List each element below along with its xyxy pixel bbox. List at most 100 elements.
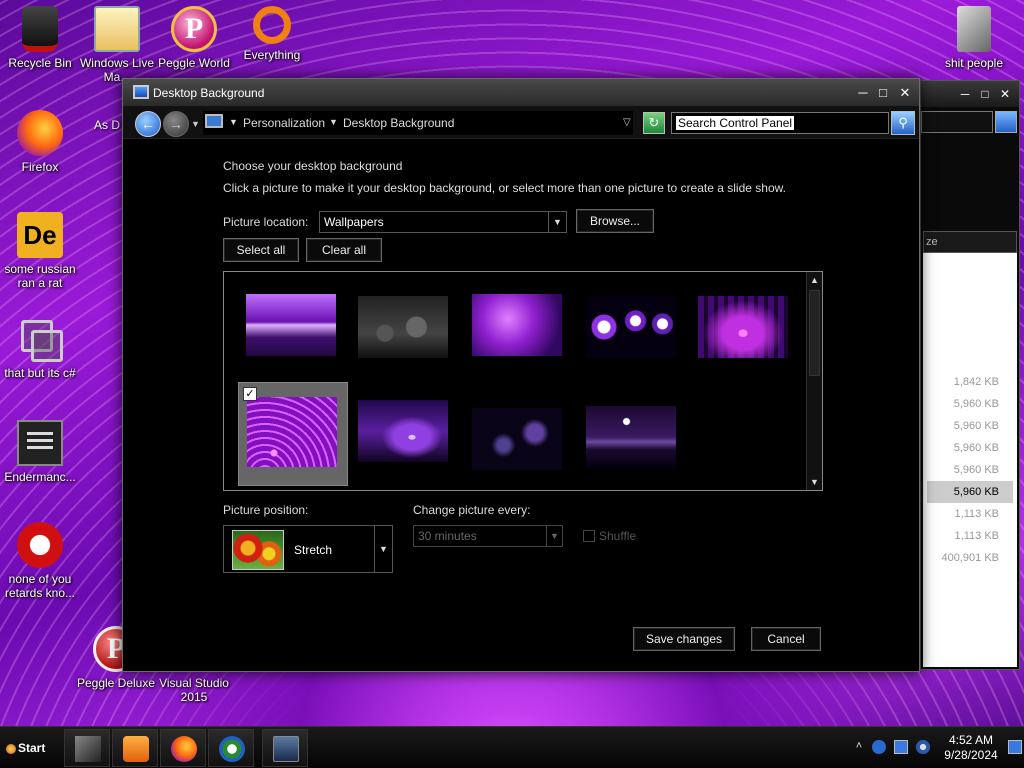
close-button[interactable]: ✕ xyxy=(995,85,1015,103)
recent-pages-dropdown[interactable]: ▼ xyxy=(191,119,200,129)
desktop-icon-copy[interactable]: that but its c# xyxy=(0,316,80,380)
monitor-icon[interactable] xyxy=(894,740,908,754)
bg-search-input[interactable] xyxy=(921,111,993,133)
taskbar-app-ie[interactable] xyxy=(208,729,254,767)
taskbar-clock[interactable]: 4:52 AM 9/28/2024 xyxy=(934,733,1008,763)
wallpaper-thumbnail-selected[interactable]: ✓ xyxy=(238,382,348,486)
size-column-header[interactable]: ze xyxy=(923,231,1017,253)
back-button[interactable]: ← xyxy=(135,111,161,137)
select-all-button[interactable]: Select all xyxy=(223,238,299,262)
breadcrumb-arrow[interactable]: ▼ xyxy=(329,117,338,127)
desktop-icon-folder[interactable]: shit people xyxy=(934,6,1014,70)
chevron-down-icon[interactable]: ▼ xyxy=(548,212,566,232)
desktop-icon-windows-live[interactable]: Windows Live Ma... xyxy=(76,6,158,84)
save-changes-button[interactable]: Save changes xyxy=(633,627,735,651)
minimize-button[interactable]: ─ xyxy=(955,85,975,103)
change-interval-select[interactable]: 30 minutes ▼ xyxy=(413,525,563,547)
shuffle-checkbox[interactable]: Shuffle xyxy=(579,528,636,543)
checkbox-checked-icon[interactable]: ✓ xyxy=(243,387,257,401)
picture-location-select[interactable]: Wallpapers ▼ xyxy=(319,211,567,233)
wallpaper-thumbnail[interactable] xyxy=(358,296,448,358)
flowers-preview-icon xyxy=(232,530,284,570)
search-icon[interactable]: ⚲ xyxy=(891,111,915,135)
firefox-icon xyxy=(17,110,63,156)
window-titlebar[interactable]: Desktop Background ─ □ ✕ xyxy=(123,79,919,107)
taskbar-app-media-player[interactable] xyxy=(112,729,158,767)
show-desktop-icon[interactable] xyxy=(1008,740,1022,754)
firefox-icon xyxy=(171,736,197,762)
close-button[interactable]: ✕ xyxy=(895,84,915,102)
file-size: 5,960 KB xyxy=(953,398,999,410)
file-size: 5,960 KB xyxy=(953,420,999,432)
search-input[interactable]: Search Control Panel xyxy=(671,112,889,134)
desktop-icon-label: Endermanc... xyxy=(4,470,76,484)
wallpaper-thumbnail[interactable] xyxy=(586,296,676,358)
chevron-down-icon[interactable]: ▼ xyxy=(546,526,562,546)
desktop-icon-label: Firefox xyxy=(21,160,59,174)
scrollbar-thumb[interactable] xyxy=(809,290,820,376)
file-size: 5,960 KB xyxy=(953,464,999,476)
scroll-up-icon[interactable]: ▲ xyxy=(807,272,822,288)
desktop-icon-firefox[interactable]: Firefox xyxy=(0,110,80,174)
network-icon[interactable] xyxy=(872,740,886,754)
wallpaper-thumbnail[interactable] xyxy=(472,294,562,356)
folder-icon xyxy=(957,6,991,52)
picture-position-select[interactable]: Stretch ▼ xyxy=(223,525,393,573)
taskbar-app-explorer[interactable] xyxy=(64,729,110,767)
desktop-background-window[interactable]: Desktop Background ─ □ ✕ ← → ▼ ▼ Persona… xyxy=(122,78,920,672)
desktop-icon-everything[interactable]: Everything xyxy=(232,6,312,62)
wallpaper-thumbnail[interactable] xyxy=(358,400,448,462)
bg-search-icon[interactable] xyxy=(995,111,1017,133)
start-button[interactable]: Start xyxy=(2,735,56,761)
checkbox-icon[interactable] xyxy=(583,529,595,542)
cancel-button[interactable]: Cancel xyxy=(751,627,821,651)
control-panel-icon xyxy=(205,114,223,128)
partial-desktop-icon[interactable]: As D xyxy=(94,118,122,158)
desktop-icon-endermanch[interactable]: Endermanc... xyxy=(0,420,80,484)
maximize-button[interactable]: □ xyxy=(975,85,995,103)
desktop-icon-recycle-bin[interactable]: Recycle Bin xyxy=(0,6,80,70)
picture-location-label: Picture location: xyxy=(223,215,309,229)
minimize-button[interactable]: ─ xyxy=(853,84,873,102)
address-dropdown[interactable]: ▽ xyxy=(623,117,631,128)
background-explorer-window[interactable]: ─ □ ✕ ze 1,842 KB 5,960 KB 5,960 KB 5,96… xyxy=(920,80,1020,670)
shuffle-label: Shuffle xyxy=(599,528,637,543)
windows-orb-icon xyxy=(6,743,16,754)
clear-all-button[interactable]: Clear all xyxy=(306,238,382,262)
security-icon[interactable] xyxy=(916,740,930,754)
desktop-icon-label: Peggle Deluxe xyxy=(76,676,156,690)
breadcrumb-arrow[interactable]: ▼ xyxy=(229,117,238,127)
internet-explorer-icon xyxy=(219,736,245,762)
desktop-icon-de[interactable]: De some russian ran a rat xyxy=(0,212,80,290)
clock-date: 9/28/2024 xyxy=(944,748,998,762)
control-panel-icon xyxy=(133,85,149,99)
breadcrumb-desktop-background[interactable]: Desktop Background xyxy=(343,116,454,130)
wallpaper-gallery[interactable]: ✓ ▲ ▼ xyxy=(223,271,823,491)
address-bar[interactable]: ▼ Personalization ▼ Desktop Background xyxy=(203,111,633,135)
taskbar: Start ˄ 4:52 AM 9/28/2024 xyxy=(0,726,1024,768)
desktop-icon-dragon[interactable]: none of you retards kno... xyxy=(0,522,80,600)
file-size: 5,960 KB xyxy=(953,442,999,454)
wallpaper-thumbnail[interactable] xyxy=(586,406,676,468)
refresh-button[interactable]: ↻ xyxy=(643,112,665,134)
taskbar-app-control-panel[interactable] xyxy=(262,729,308,767)
wallpaper-thumbnail[interactable] xyxy=(472,408,562,470)
forward-button[interactable]: → xyxy=(163,111,189,137)
desktop-icon-peggle-world[interactable]: Peggle World xyxy=(154,6,234,70)
maximize-button[interactable]: □ xyxy=(873,84,893,102)
change-picture-label: Change picture every: xyxy=(413,503,531,517)
file-size: 1,842 KB xyxy=(953,376,999,388)
scroll-down-icon[interactable]: ▼ xyxy=(807,474,822,490)
gallery-scrollbar[interactable]: ▲ ▼ xyxy=(806,272,822,490)
browse-button[interactable]: Browse... xyxy=(576,209,654,233)
chevron-up-icon[interactable]: ˄ xyxy=(852,740,866,754)
wallpaper-thumbnail[interactable] xyxy=(246,294,336,356)
desktop-icon-label: some russian ran a rat xyxy=(4,262,76,290)
chevron-down-icon[interactable]: ▼ xyxy=(374,526,392,572)
file-size-selected[interactable]: 5,960 KB xyxy=(927,481,1013,503)
peggle-icon xyxy=(171,6,217,52)
taskbar-app-firefox[interactable] xyxy=(160,729,206,767)
wallpaper-thumbnail[interactable] xyxy=(698,296,788,358)
desktop-icon-label: Everything xyxy=(243,48,301,62)
breadcrumb-personalization[interactable]: Personalization xyxy=(243,116,325,130)
